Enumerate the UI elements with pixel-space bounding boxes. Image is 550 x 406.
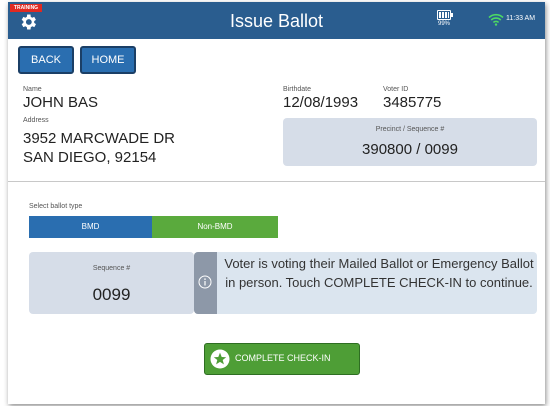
sequence-value: 0099: [92, 285, 131, 304]
ballot-type-bmd-button[interactable]: BMD: [29, 216, 152, 238]
battery-icon: [437, 10, 453, 20]
ballot-type-non-bmd-button[interactable]: Non-BMD: [152, 216, 278, 238]
address-line-1: 3952 MARCWADE DR: [23, 130, 175, 147]
voter-birthdate: 12/08/1993: [283, 94, 359, 111]
status-time: 11:33 AM: [506, 15, 536, 22]
name-label: Name: [23, 86, 42, 93]
header-bar: TRAINING Issue Ballot 99% 11:33 AM: [8, 2, 545, 39]
info-message: Voter is voting their Mailed Ballot or E…: [224, 256, 534, 290]
precinct-value: 390800 / 0099: [362, 141, 458, 158]
birthdate-label: Birthdate: [283, 86, 312, 93]
battery-percent: 99%: [437, 21, 450, 27]
complete-check-in-label: COMPLETE CHECK-IN: [235, 353, 331, 363]
ballot-type-label: Select ballot type: [29, 203, 83, 210]
wifi-icon: [488, 13, 504, 26]
voter-name: JOHN BAS: [23, 94, 99, 111]
precinct-card: Precinct / Sequence # 390800 / 0099: [283, 118, 537, 166]
app-window: TRAINING Issue Ballot 99% 11:33 AM BACK …: [8, 2, 545, 404]
section-divider: [8, 181, 545, 182]
sequence-label: Sequence #: [92, 265, 131, 272]
complete-check-in-button[interactable]: COMPLETE CHECK-IN: [204, 343, 360, 375]
sequence-card: Sequence # 0099: [29, 252, 194, 314]
page-title: Issue Ballot: [229, 11, 324, 31]
voter-id-label: Voter ID: [383, 86, 409, 93]
star-icon: [210, 349, 230, 369]
battery-indicator: 99%: [434, 10, 454, 27]
address-line-2: SAN DIEGO, 92154: [23, 149, 157, 166]
precinct-label: Precinct / Sequence #: [375, 126, 445, 133]
info-icon: [198, 275, 212, 289]
home-button[interactable]: HOME: [80, 46, 136, 74]
address-label: Address: [23, 117, 49, 124]
info-message-box: Voter is voting their Mailed Ballot or E…: [194, 252, 537, 314]
voter-id: 3485775: [383, 94, 442, 111]
back-button[interactable]: BACK: [18, 46, 74, 74]
